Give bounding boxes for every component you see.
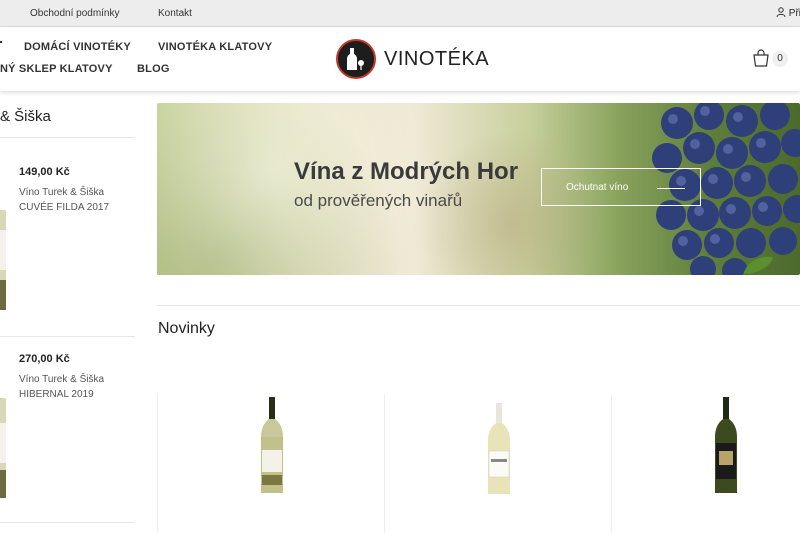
product-card[interactable] bbox=[384, 395, 611, 533]
login-label: Při bbox=[788, 8, 800, 19]
sidebar-title: & Šiška bbox=[0, 108, 51, 125]
wine-bottle-icon bbox=[336, 39, 376, 79]
cart-icon[interactable] bbox=[752, 49, 770, 67]
cart-count-badge[interactable]: 0 bbox=[772, 51, 788, 67]
sidebar-divider bbox=[0, 522, 135, 523]
product-card[interactable] bbox=[157, 395, 384, 533]
nav-left-arrow bbox=[0, 41, 2, 43]
product-producer: Víno Turek & Šiška bbox=[19, 374, 105, 385]
product-price: 270,00 Kč bbox=[19, 353, 70, 365]
taste-wine-button[interactable]: Ochutnat víno bbox=[541, 168, 701, 206]
section-divider bbox=[157, 305, 800, 306]
logo-text: VINOTÉKA bbox=[384, 47, 490, 70]
nav-item-domaci-vinoteky[interactable]: DOMÁCÍ VINOTÉKY bbox=[24, 41, 131, 53]
product-name: HIBERNAL 2019 bbox=[19, 389, 94, 400]
wine-bottle-image bbox=[0, 210, 6, 310]
section-title-novinky: Novinky bbox=[158, 320, 215, 337]
button-label: Ochutnat víno bbox=[566, 182, 629, 193]
wine-bottle-image bbox=[715, 397, 737, 493]
product-price: 149,00 Kč bbox=[19, 166, 70, 178]
terms-link[interactable]: Obchodní podmínky bbox=[30, 8, 120, 19]
site-logo[interactable]: VINOTÉKA bbox=[336, 37, 489, 81]
nav-item-vinoteka-klatovy[interactable]: VINOTÉKA KLATOVY bbox=[158, 41, 272, 53]
banner-subtitle: od prověřených vinařů bbox=[294, 191, 463, 210]
sidebar-divider bbox=[0, 336, 135, 337]
arrow-right-icon bbox=[657, 188, 685, 189]
wine-bottle-image bbox=[488, 403, 510, 494]
login-link[interactable]: Při bbox=[776, 7, 800, 19]
wine-bottle-image bbox=[0, 398, 6, 498]
contact-link[interactable]: Kontakt bbox=[158, 8, 192, 19]
product-producer: Víno Turek & Šiška bbox=[19, 187, 105, 198]
product-name: CUVÉE FILDA 2017 bbox=[19, 202, 110, 213]
user-icon bbox=[776, 7, 786, 18]
product-card[interactable] bbox=[611, 395, 800, 533]
banner-title: Vína z Modrých Hor bbox=[294, 158, 519, 185]
top-bar: Obchodní podmínky Kontakt Při bbox=[0, 0, 800, 27]
nav-item-sklep-klatovy[interactable]: NÝ SKLEP KLATOVY bbox=[0, 63, 113, 75]
header: DOMÁCÍ VINOTÉKY VINOTÉKA KLATOVY NÝ SKLE… bbox=[0, 27, 800, 91]
sidebar-divider bbox=[0, 137, 135, 138]
hero-banner[interactable]: Vína z Modrých Hor od prověřených vinařů… bbox=[157, 103, 800, 275]
wine-bottle-image bbox=[261, 397, 283, 493]
nav-item-blog[interactable]: BLOG bbox=[137, 63, 170, 75]
